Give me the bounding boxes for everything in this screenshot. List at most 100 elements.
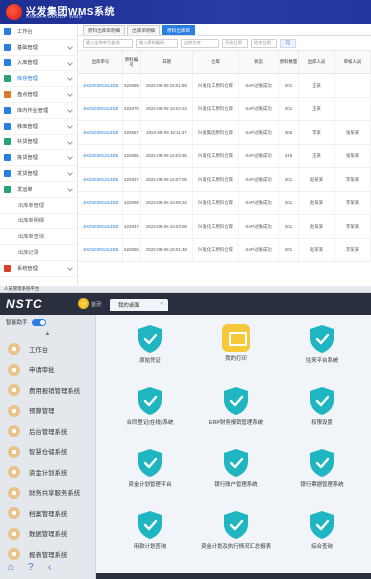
table-row[interactable]: JH2020091314EB 522867 2022-09-09 16:11:37 兴… [79,121,371,145]
app-card[interactable]: 资金计划及执行情况汇总报表 [194,510,278,570]
module-icon [8,466,20,479]
filter-input[interactable]: 输入出库单号查询 [83,38,133,48]
table-cell: 2022-09-09 16:02:24 [141,97,193,120]
home-icon[interactable] [78,298,89,309]
filter-input[interactable]: 结束日期 [251,38,277,48]
sidebar-item-label: 补货管理 [17,139,38,146]
nav-item[interactable]: 资金计划系统 [0,462,95,483]
tab-2[interactable]: 原料出库单 [162,25,196,35]
assistant-toggle[interactable] [31,318,46,326]
nav-item[interactable]: 申请审批 [0,360,95,381]
card-label: 综合查询 [311,544,333,550]
sidebar-item[interactable]: 库内作业管理 [0,103,77,119]
table-row[interactable]: JH2020091314EB 522850 2022-09-09 16:01:48 兴… [79,238,371,262]
table-cell: 522867 [123,121,141,144]
nav-item[interactable]: 数据管理系统 [0,524,95,545]
card-label: 合同登记(在线)系统 [126,420,174,426]
table-cell[interactable]: JH2020091314EB [79,144,123,167]
nav-item[interactable]: 后台管理系统 [0,421,95,442]
shield-icon [308,324,336,354]
scroll-up-icon[interactable]: ▲ [0,329,95,339]
search-button[interactable]: Q [280,38,296,48]
filter-bar: 输入出库单号查询 输入原料编码 出库仓库 开始日期 结束日期 Q [79,36,371,50]
tab-desktop[interactable]: 我的桌面 × [110,299,168,311]
sidebar-item[interactable]: 基础管理 [0,40,77,56]
filter-input[interactable]: 输入原料编码 [136,38,178,48]
sidebar-item[interactable]: 出库单管理 [0,198,77,214]
app-card[interactable]: ERP财务报销管理系统 [194,386,278,446]
table-row[interactable]: JH2020091314EB 522870 2022-09-09 16:02:24 兴… [79,97,371,121]
sidebar-item[interactable]: 工作台 [0,24,77,40]
sidebar-item[interactable]: 盘点管理 [0,87,77,103]
table-cell[interactable]: JH2020091314EB [79,121,123,144]
nav-item[interactable]: 预算管理 [0,401,95,422]
table-row[interactable]: JH2020091314EB 522855 2022-09-09 16:03:35 兴… [79,144,371,168]
table-cell[interactable]: JH2020091314EB [79,191,123,214]
sidebar-item[interactable]: 拣货管理 [0,150,77,167]
sidebar-item[interactable]: 移库管理 [0,119,77,135]
table-row[interactable]: JH2020091314EB 522859 2022-09-09 16:01:58 兴… [79,74,371,98]
tab-0[interactable]: 原料出库单明细 [83,25,126,35]
table-cell[interactable]: JH2020091314EB [79,74,123,97]
filter-input[interactable]: 出库仓库 [181,38,219,48]
app-card[interactable]: 银行票据管理系统 [280,448,364,508]
help-icon[interactable]: ? [28,563,38,573]
app-card[interactable]: 综合查询 [280,510,364,570]
nav-item[interactable]: 智慧仓储系统 [0,442,95,463]
window-titlebar: 人员管理系统平台 [0,286,371,293]
table-row[interactable]: JH2020091314EB 522859 2022-09-09 16:09:32 兴… [79,191,371,215]
table-cell[interactable]: JH2020091314EB [79,215,123,238]
nav-item[interactable]: 档案管理系统 [0,503,95,524]
table-row[interactable]: JH2020091314EB 522847 2022-09-09 16:03:08 兴… [79,215,371,239]
app-card[interactable]: 权限设置 [280,386,364,446]
nav-item-label: 申请审批 [29,367,55,375]
menu-icon [4,170,11,178]
app-card[interactable]: 用款计划查询 [108,510,192,570]
sidebar-item[interactable]: 出库单明细 [0,214,77,230]
table-cell[interactable]: JH2020091314EB [79,238,123,261]
filter-input[interactable]: 开始日期 [222,38,248,48]
table-cell: 2022-09-09 16:01:48 [141,238,193,261]
table-cell: SAP过账成功 [239,121,279,144]
column-header: 原料数量 [279,51,299,73]
app-card[interactable]: 合同登记(在线)系统 [108,386,192,446]
home-icon[interactable]: ⌂ [8,563,18,573]
table-cell: 201 [279,74,299,97]
app-card[interactable]: 我的打印 [194,324,278,384]
close-icon[interactable]: × [160,301,163,307]
menu-icon [4,43,11,51]
app-subtitle: XINGFA GROUP WMS [26,14,83,20]
app-card[interactable]: 往来平台系统 [280,324,364,384]
table-cell[interactable]: JH2020091314EB [79,97,123,120]
column-header: 审核人员 [335,51,371,73]
sidebar-item[interactable]: 库存管理 [0,71,77,88]
sidebar-item[interactable]: 发运单 [0,182,77,198]
table-row[interactable]: JH2020091314EB 522847 2022-09-09 16:07:08 兴… [79,168,371,192]
table-cell: 2022-09-09 16:09:32 [141,191,193,214]
column-header: 原料编号 [123,51,141,73]
sidebar-item-label: 库存管理 [17,76,38,83]
sidebar-item[interactable]: 出库记录 [0,245,77,261]
app-card[interactable]: 原始凭证 [108,324,192,384]
sidebar-item[interactable]: 入库管理 [0,56,77,72]
table-cell: 522847 [123,215,141,238]
app-card[interactable]: 银行账户管理系统 [194,448,278,508]
sidebar-item[interactable]: 发货管理 [0,166,77,182]
card-label: 用款计划查询 [133,544,167,550]
sidebar-item[interactable]: 补货管理 [0,135,77,151]
table-cell[interactable]: JH2020091314EB [79,168,123,191]
nav-item[interactable]: 财务共享服务系统 [0,483,95,504]
module-icon [8,343,20,356]
nav-item[interactable]: 工作台 [0,339,95,360]
nav-item[interactable]: 费用报销管理系统 [0,380,95,401]
sidebar-item[interactable]: 系统管理 [0,261,77,277]
module-icon [8,404,20,417]
table-cell: 2022-09-09 16:07:08 [141,168,193,191]
sidebar-item[interactable]: 出库单查询 [0,229,77,246]
collapse-icon[interactable]: ‹ [48,563,58,573]
column-header: 日期 [141,51,193,73]
chevron-left-icon[interactable]: ‹ [100,301,102,307]
tab-1[interactable]: 出库单明细 [127,25,161,35]
app-card[interactable]: 资金计划管理平台 [108,448,192,508]
company-logo [6,4,22,20]
